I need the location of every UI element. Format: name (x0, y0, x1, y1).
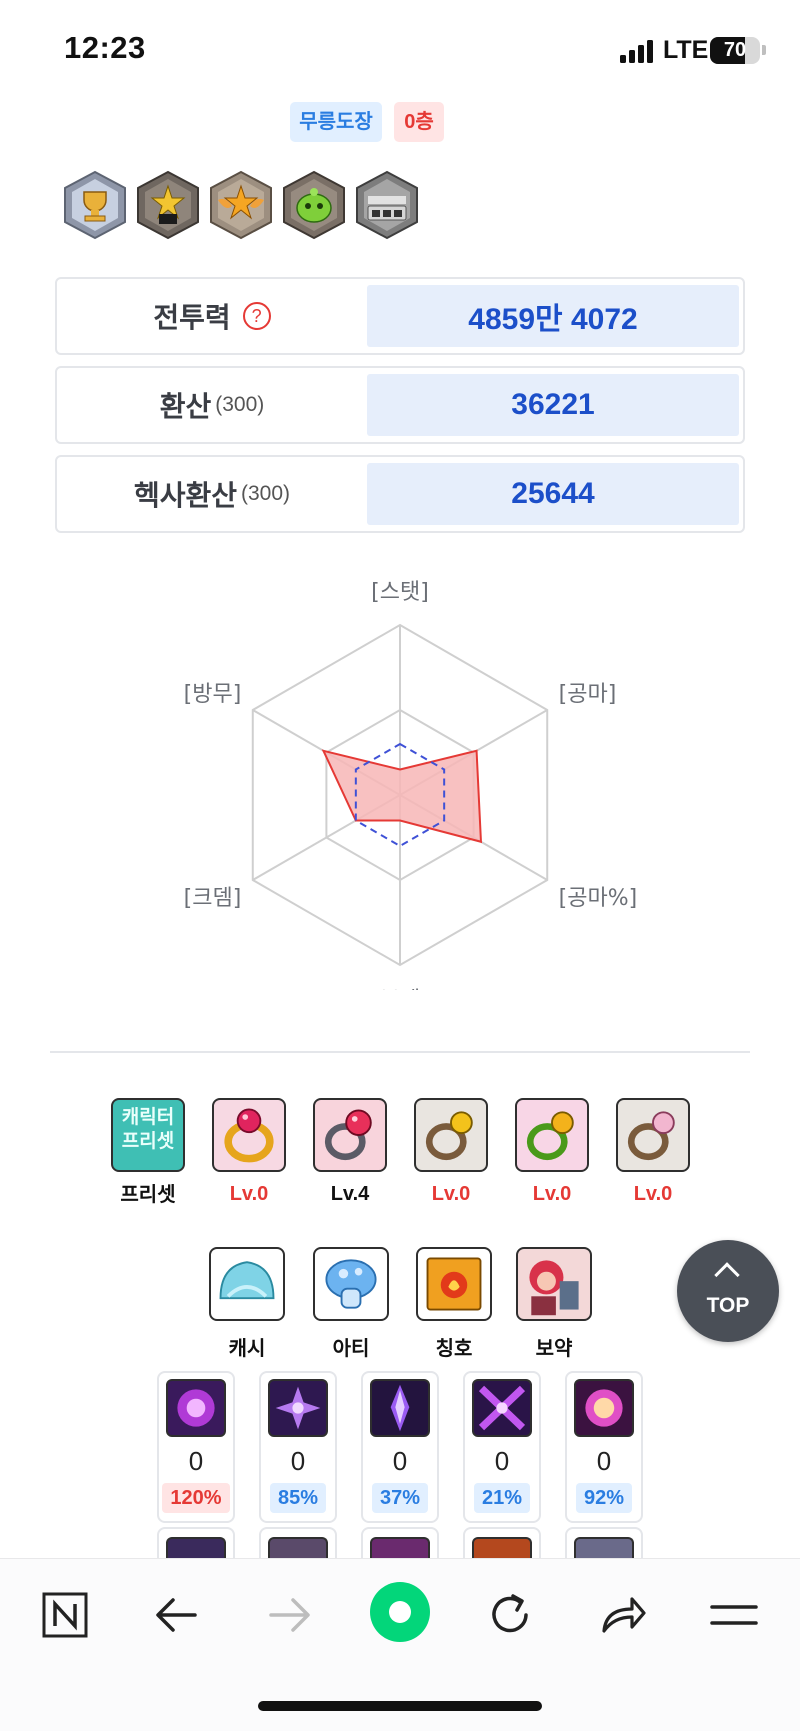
share-icon[interactable] (592, 1585, 652, 1645)
hexa-conversion-row: 헥사환산 (300) 25644 (55, 455, 745, 533)
green-circle-icon[interactable] (368, 1580, 432, 1644)
symbol-percent: 92% (575, 1483, 633, 1513)
radar-axis-label: [공마%] (559, 886, 638, 911)
preset-item-character[interactable]: 캐릭터 프리셋 프리셋 (110, 1098, 186, 1207)
potion-item[interactable]: 보약 (515, 1247, 593, 1361)
symbol-card[interactable]: 0 37% (361, 1371, 439, 1523)
preset-caption: Lv.0 (633, 1183, 673, 1205)
symbol-card[interactable]: 0 85% (259, 1371, 337, 1523)
symbol-level: 0 (290, 1446, 306, 1476)
symbol-level: 0 (188, 1446, 204, 1476)
hexa-conversion-value: 25644 (367, 463, 739, 525)
violet-star-symbol-icon (268, 1379, 328, 1437)
dojo-label: 무릉도장 (290, 102, 382, 142)
chevron-up-icon (714, 1262, 740, 1288)
title-book-icon (416, 1247, 492, 1321)
preset-caption: Lv.0 (431, 1183, 471, 1205)
winged-star-emblem-icon[interactable] (208, 170, 274, 240)
naver-home-icon[interactable] (35, 1585, 95, 1645)
artifact-caption: 아티 (332, 1338, 370, 1360)
back-arrow-icon[interactable] (147, 1585, 207, 1645)
combat-power-label: 전투력 (153, 302, 231, 333)
potion-character-icon (516, 1247, 592, 1321)
symbol-percent: 85% (269, 1483, 327, 1513)
title-item[interactable]: 칭호 (415, 1247, 493, 1361)
symbol-percent: 37% (371, 1483, 429, 1513)
artifact-item[interactable]: 아티 (312, 1247, 390, 1361)
symbol-level: 0 (596, 1446, 612, 1476)
forward-arrow-icon[interactable] (259, 1585, 319, 1645)
green-ring-icon (515, 1098, 589, 1172)
radar-axis-label: [공마] (559, 682, 617, 707)
symbol-level: 0 (494, 1446, 510, 1476)
reload-icon[interactable] (480, 1585, 540, 1645)
cash-hat-icon (209, 1247, 285, 1321)
pink-gem-ring-icon (313, 1098, 387, 1172)
preset-item-ring-1[interactable]: Lv.0 (211, 1098, 287, 1206)
status-bar: 12:23 LTE 70 (0, 0, 800, 100)
conversion-value: 36221 (367, 374, 739, 436)
crystal-symbol-icon (370, 1379, 430, 1437)
conversion-label: 환산 (159, 391, 212, 422)
preset-caption: Lv.0 (229, 1183, 269, 1205)
hexa-conversion-sub: (300) (241, 482, 291, 505)
hexa-conversion-label: 헥사환산 (133, 480, 237, 511)
mushroom-icon (313, 1247, 389, 1321)
radar-data-area (321, 749, 483, 844)
conversion-row: 환산 (300) 36221 (55, 366, 745, 444)
radar-axis-label: [보뎀] (371, 988, 429, 990)
radar-axis-label: [스탯] (371, 580, 429, 605)
scroll-top-label: TOP (706, 1294, 750, 1317)
menu-icon[interactable] (704, 1585, 764, 1645)
preset-item-ring-5[interactable]: Lv.0 (615, 1098, 691, 1206)
preset-caption: Lv.0 (532, 1183, 572, 1205)
pink-glow-symbol-icon (574, 1379, 634, 1437)
combat-power-value: 4859만 4072 (367, 285, 739, 347)
trophy-emblem-icon[interactable] (62, 170, 128, 240)
stat-radar-chart: [스탯] [공마] [공마%] [보뎀] [크뎀] [방무] (184, 580, 638, 990)
symbol-percent: 120% (162, 1483, 230, 1513)
cash-item[interactable]: 캐시 (208, 1247, 286, 1361)
preset-item-ring-2[interactable]: Lv.4 (312, 1098, 388, 1206)
pearl-ring-icon (616, 1098, 690, 1172)
battery-icon: 70 (710, 37, 760, 64)
cash-caption: 캐시 (228, 1338, 266, 1360)
symbol-percent: 21% (473, 1483, 531, 1513)
symbol-card[interactable]: 0 92% (565, 1371, 643, 1523)
cross-blade-symbol-icon (472, 1379, 532, 1437)
purple-swirl-symbol-icon (166, 1379, 226, 1437)
helmet-emblem-icon[interactable] (354, 170, 420, 240)
radar-axis-label: [방무] (184, 682, 242, 707)
status-time: 12:23 (64, 30, 146, 65)
dojo-floor-badge: 0층 (394, 102, 444, 142)
preset-item-ring-4[interactable]: Lv.0 (514, 1098, 590, 1206)
divider (50, 1051, 750, 1053)
symbol-level: 0 (392, 1446, 408, 1476)
home-indicator (258, 1701, 542, 1711)
preset-caption: Lv.4 (330, 1183, 370, 1205)
help-icon[interactable]: ? (242, 302, 271, 330)
network-type: LTE (663, 36, 709, 64)
slime-emblem-icon[interactable] (281, 170, 347, 240)
battery-percent: 70 (723, 39, 747, 61)
combat-power-row: 전투력 ? 4859만 4072 (55, 277, 745, 355)
gold-gem-ring-icon (414, 1098, 488, 1172)
star-emblem-icon[interactable] (135, 170, 201, 240)
symbol-card[interactable]: 0 21% (463, 1371, 541, 1523)
cellular-signal-icon (620, 39, 656, 63)
potion-caption: 보약 (535, 1338, 573, 1360)
conversion-sub: (300) (215, 393, 265, 416)
title-caption: 칭호 (435, 1338, 473, 1360)
preset-caption: 프리셋 (120, 1184, 176, 1206)
symbol-card[interactable]: 0 120% (157, 1371, 235, 1523)
scroll-top-button[interactable]: TOP (677, 1240, 779, 1342)
character-preset-icon: 캐릭터 프리셋 (111, 1098, 185, 1172)
ruby-ring-icon (212, 1098, 286, 1172)
emblem-row (62, 170, 422, 242)
radar-axis-label: [크뎀] (184, 886, 242, 911)
preset-item-ring-3[interactable]: Lv.0 (413, 1098, 489, 1206)
